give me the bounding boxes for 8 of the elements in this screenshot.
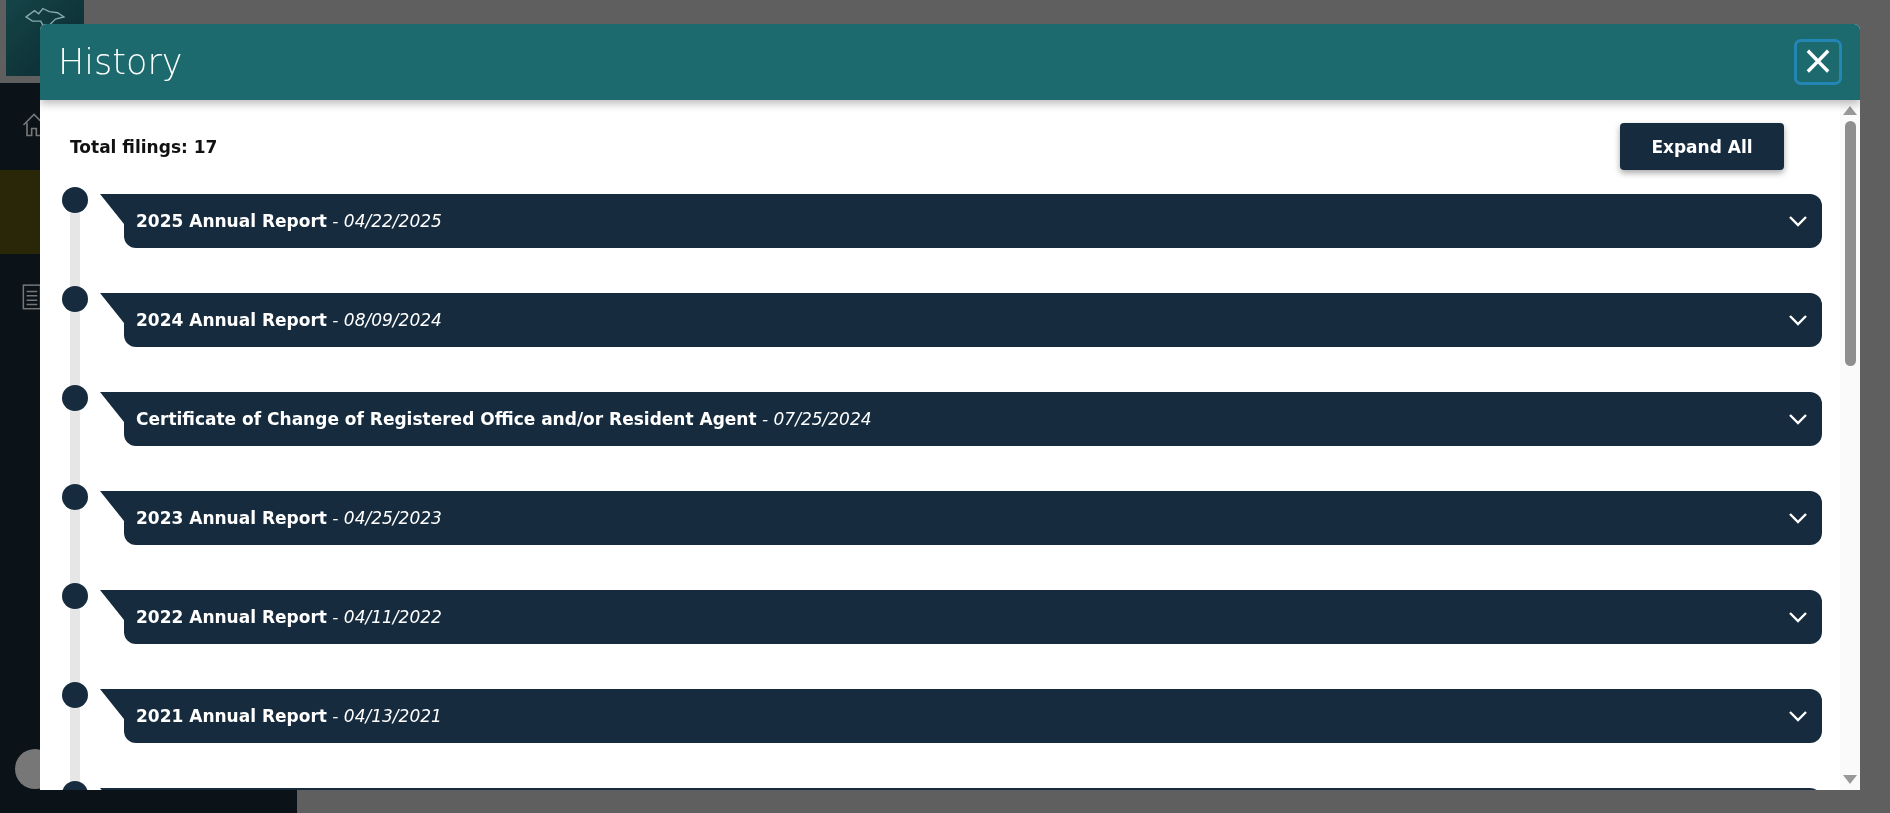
filing-title: 2023 Annual Report - 04/25/2023 xyxy=(136,508,442,528)
filing-title: 2024 Annual Report - 08/09/2024 xyxy=(136,310,442,330)
filing-title: 2021 Annual Report - 04/13/2021 xyxy=(136,706,442,726)
filing-title: Certificate of Change of Registered Office and/or Resident Agent - 07/25/2024 xyxy=(136,409,872,429)
filing-title: 2025 Annual Report - 04/22/2025 xyxy=(136,211,442,231)
filing-title: 2022 Annual Report - 04/11/2022 xyxy=(136,607,442,627)
dialog-title: History xyxy=(58,42,183,82)
total-filings: Total filings: 17 xyxy=(70,136,218,157)
